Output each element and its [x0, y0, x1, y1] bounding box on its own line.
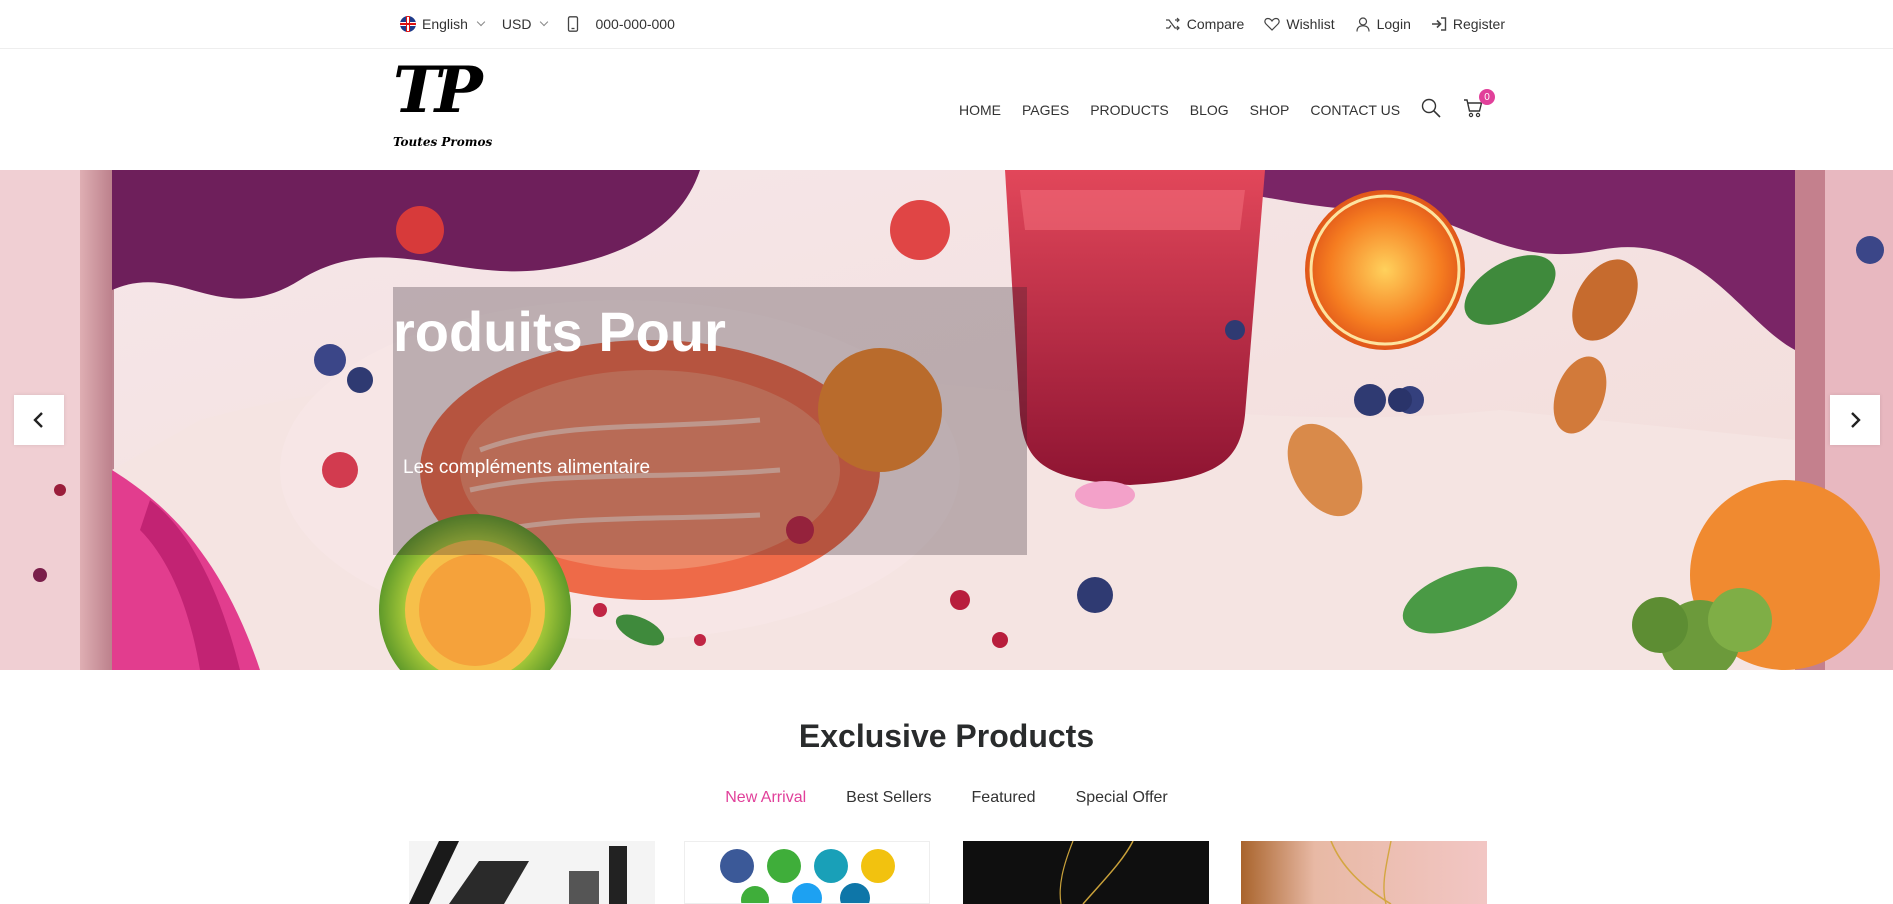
- hero-caption: roduits Pour Les compléments alimentaire: [393, 287, 1027, 555]
- hero-title: roduits Pour: [393, 300, 726, 363]
- arrow-left-icon: [33, 412, 43, 428]
- product-tabs: New Arrival Best Sellers Featured Specia…: [0, 789, 1893, 807]
- product-image: [685, 842, 929, 903]
- product-card[interactable]: [409, 841, 655, 904]
- phone-number: 000-000-000: [595, 16, 675, 32]
- tab-featured[interactable]: Featured: [972, 789, 1036, 807]
- phone-icon: [565, 16, 581, 32]
- nav-pages[interactable]: PAGES: [1022, 102, 1069, 118]
- phone-contact: 000-000-000: [565, 16, 675, 32]
- nav-products[interactable]: PRODUCTS: [1090, 102, 1169, 118]
- slider-next-button[interactable]: [1830, 395, 1880, 445]
- product-image: [963, 841, 1209, 904]
- slider-prev-button[interactable]: [14, 395, 64, 445]
- hero-slider: roduits Pour Les compléments alimentaire: [0, 170, 1893, 670]
- logo-tagline: Toutes Promos: [393, 135, 493, 149]
- compare-link[interactable]: Compare: [1165, 16, 1245, 32]
- cart-count-badge: 0: [1479, 89, 1496, 105]
- currency-selector[interactable]: USD: [501, 16, 549, 32]
- tab-best-sellers[interactable]: Best Sellers: [846, 789, 931, 807]
- product-image: [1330, 841, 1392, 904]
- language-label: English: [422, 16, 468, 32]
- tab-special-offer[interactable]: Special Offer: [1076, 789, 1168, 807]
- sign-in-icon: [1431, 16, 1447, 32]
- hero-subtitle: Les compléments alimentaire: [403, 457, 651, 478]
- tab-new-arrival[interactable]: New Arrival: [725, 789, 806, 807]
- register-label: Register: [1452, 16, 1505, 32]
- user-icon: [1355, 16, 1371, 32]
- register-link[interactable]: Register: [1431, 16, 1505, 32]
- wishlist-label: Wishlist: [1286, 16, 1335, 32]
- flag-uk-icon: [400, 16, 416, 32]
- product-card[interactable]: [963, 841, 1209, 904]
- product-card[interactable]: [1241, 841, 1487, 904]
- heart-icon: [1264, 16, 1281, 32]
- cart-button[interactable]: 0: [1463, 89, 1496, 121]
- site-logo[interactable]: TP Toutes Promos: [393, 59, 497, 151]
- nav-shop[interactable]: SHOP: [1250, 102, 1290, 118]
- product-card[interactable]: [684, 841, 930, 904]
- product-image: [409, 841, 655, 904]
- section-title: Exclusive Products: [798, 718, 1095, 754]
- chevron-down-icon: [476, 17, 486, 27]
- top-bar: English USD 000-000-000 Compare Wishlist…: [0, 0, 1893, 49]
- nav-home[interactable]: HOME: [959, 102, 1001, 118]
- language-selector[interactable]: English: [400, 16, 486, 32]
- search-icon[interactable]: [1421, 98, 1441, 121]
- arrow-right-icon: [1851, 412, 1861, 428]
- logo-mark: TP: [393, 53, 483, 128]
- wishlist-link[interactable]: Wishlist: [1264, 16, 1335, 32]
- login-label: Login: [1376, 16, 1411, 32]
- main-header: TP Toutes Promos HOME PAGES PRODUCTS BLO…: [0, 49, 1893, 170]
- nav-contact-us[interactable]: CONTACT US: [1310, 102, 1400, 118]
- nav-blog[interactable]: BLOG: [1190, 102, 1229, 118]
- currency-label: USD: [501, 16, 532, 32]
- login-link[interactable]: Login: [1355, 16, 1411, 32]
- shuffle-icon: [1165, 16, 1181, 32]
- product-grid: [409, 841, 1489, 904]
- main-nav: HOME PAGES PRODUCTS BLOG SHOP CONTACT US…: [959, 49, 1505, 170]
- compare-label: Compare: [1186, 16, 1245, 32]
- chevron-down-icon: [540, 17, 549, 27]
